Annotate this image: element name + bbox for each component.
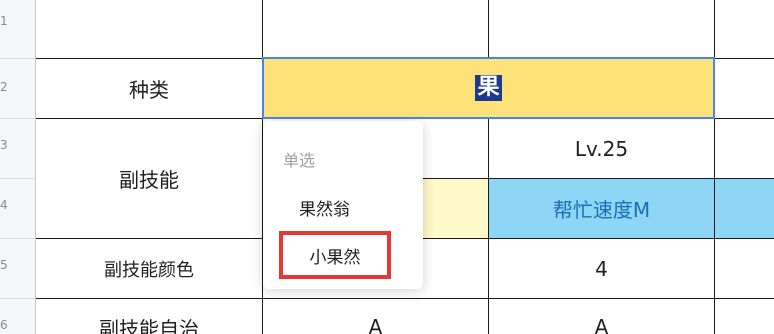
row-divider	[0, 238, 36, 239]
row-divider	[0, 58, 36, 59]
label-type[interactable]: 种类	[36, 59, 262, 118]
row-number-1[interactable]: 1	[0, 14, 36, 28]
color-value-cell[interactable]: 4	[489, 239, 714, 298]
row-number-5[interactable]: 5	[0, 258, 36, 272]
type-value-text: 果	[475, 75, 502, 101]
dropdown-option-1[interactable]: 果然翁	[299, 195, 350, 220]
type-value-cell[interactable]: 果	[262, 57, 715, 119]
dropdown-title: 单选	[283, 151, 316, 170]
row-divider	[0, 178, 36, 179]
label-sub-skill-color[interactable]: 副技能颜色	[36, 239, 262, 298]
row6-col3-cell[interactable]: A	[489, 312, 714, 334]
row6-col2-cell[interactable]: A	[263, 312, 488, 334]
level-cell[interactable]: Lv.25	[489, 119, 714, 178]
skill-name-cell-overflow[interactable]	[715, 179, 774, 238]
row-number-3[interactable]: 3	[0, 138, 36, 152]
grid-column-line	[714, 0, 715, 334]
grid-row-line	[36, 298, 774, 299]
label-sub-skill-partial[interactable]: 副技能自治	[36, 312, 262, 334]
dropdown-option-2-highlighted[interactable]: 小果然	[279, 231, 391, 279]
row-divider	[0, 298, 36, 299]
row-number-6[interactable]: 6	[0, 318, 36, 332]
row-number-4[interactable]: 4	[0, 198, 36, 212]
skill-name-cell[interactable]: 帮忙速度M	[489, 179, 714, 238]
single-select-dropdown: 单选 果然翁 小果然	[263, 121, 423, 289]
row-header-column: 1 2 3 4 5 6	[0, 0, 36, 334]
row-divider	[0, 118, 36, 119]
label-sub-skill[interactable]: 副技能	[36, 119, 262, 238]
row-number-2[interactable]: 2	[0, 80, 36, 94]
